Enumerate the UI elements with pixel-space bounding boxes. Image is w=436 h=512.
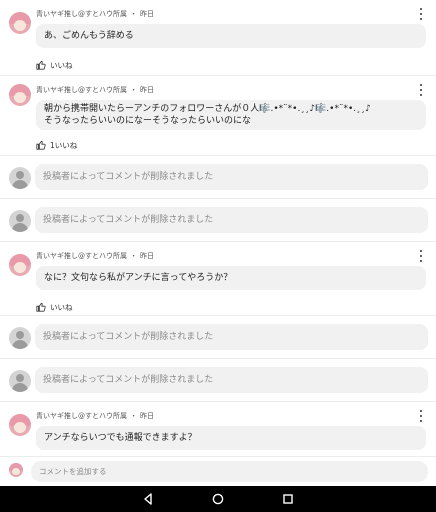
comment-meta: 青いヤギ推し@すとハウ所属・昨日	[36, 412, 154, 420]
deleted-comment-item: 投稿者によってコメントが削除されました	[0, 199, 436, 242]
comment-time: 昨日	[140, 86, 154, 94]
thumbs-up-icon	[36, 140, 46, 150]
deleted-comment-item: 投稿者によってコメントが削除されました	[0, 156, 436, 199]
author-avatar[interactable]	[9, 254, 31, 276]
comment-time: 昨日	[140, 252, 154, 260]
like-label: いいね	[50, 60, 73, 70]
author-avatar[interactable]	[9, 12, 31, 34]
comment-text: なに？文句なら私がアンチに言ってやろうか？	[36, 266, 426, 290]
comment-time: 昨日	[140, 10, 154, 18]
default-avatar-icon	[9, 327, 31, 349]
comment-text-line: そうなったらいいのになーそうなったらいいのにな	[44, 116, 252, 126]
comment-item: 青いヤギ推し@すとハウ所属・昨日 アンチならいつでも通報できますよ？	[0, 402, 436, 456]
recents-icon[interactable]	[279, 490, 297, 508]
comment-item: 青いヤギ推し@すとハウ所属・昨日 なに？文句なら私がアンチに言ってやろうか？ い…	[0, 242, 436, 316]
author-name[interactable]: 青いヤギ推し@すとハウ所属	[36, 10, 127, 18]
deleted-comment-text: 投稿者によってコメントが削除されました	[35, 164, 428, 190]
comment-composer: コメントを追加する	[0, 456, 436, 486]
home-icon[interactable]	[209, 490, 227, 508]
more-options-icon[interactable]	[418, 8, 424, 20]
like-button[interactable]: いいね	[36, 58, 426, 72]
deleted-comment-text: 投稿者によってコメントが削除されました	[35, 207, 428, 233]
deleted-comment-text: 投稿者によってコメントが削除されました	[35, 367, 428, 393]
like-button[interactable]: 1いいね	[36, 138, 426, 152]
author-name[interactable]: 青いヤギ推し@すとハウ所属	[36, 252, 127, 260]
deleted-comment-text: 投稿者によってコメントが削除されました	[35, 324, 428, 350]
like-label: いいね	[50, 302, 73, 312]
deleted-comment-item: 投稿者によってコメントが削除されました	[0, 316, 436, 359]
author-avatar[interactable]	[9, 84, 31, 106]
more-options-icon[interactable]	[418, 84, 424, 96]
comment-item: 青いヤギ推し@すとハウ所属・昨日 あ、ごめんもう辞める いいね	[0, 0, 436, 76]
author-name[interactable]: 青いヤギ推し@すとハウ所属	[36, 86, 127, 94]
thumbs-up-icon	[36, 302, 46, 312]
comment-meta: 青いヤギ推し@すとハウ所属・昨日	[36, 252, 154, 260]
comment-item: 青いヤギ推し@すとハウ所属・昨日 朝から携帯開いたらーアンチのフォロワーさんが０…	[0, 76, 436, 156]
default-avatar-icon	[9, 210, 31, 232]
comment-text: 朝から携帯開いたらーアンチのフォロワーさんが０人🎼.•*¨*•.¸¸♪🎼.•*¨…	[36, 100, 426, 130]
comment-feed[interactable]: 青いヤギ推し@すとハウ所属・昨日 あ、ごめんもう辞める いいね 青いヤギ推し@す…	[0, 0, 436, 456]
comment-text-line: 朝から携帯開いたらーアンチのフォロワーさんが０人🎼.•*¨*•.¸¸♪🎼.•*¨…	[44, 104, 371, 114]
default-avatar-icon	[9, 370, 31, 392]
more-options-icon[interactable]	[418, 250, 424, 262]
comment-meta: 青いヤギ推し@すとハウ所属・昨日	[36, 10, 154, 18]
comment-meta: 青いヤギ推し@すとハウ所属・昨日	[36, 86, 154, 94]
more-options-icon[interactable]	[418, 410, 424, 422]
default-avatar-icon	[9, 167, 31, 189]
comment-text: あ、ごめんもう辞める	[36, 24, 426, 48]
comment-text: アンチならいつでも通報できますよ？	[36, 426, 426, 450]
author-name[interactable]: 青いヤギ推し@すとハウ所属	[36, 412, 127, 420]
like-label: 1いいね	[50, 140, 78, 150]
like-button[interactable]: いいね	[36, 300, 426, 314]
thumbs-up-icon	[36, 60, 46, 70]
back-icon[interactable]	[139, 490, 157, 508]
author-avatar[interactable]	[9, 414, 31, 436]
add-comment-input[interactable]: コメントを追加する	[31, 461, 428, 482]
deleted-comment-item: 投稿者によってコメントが削除されました	[0, 359, 436, 402]
user-avatar	[9, 463, 23, 477]
comment-time: 昨日	[140, 412, 154, 420]
android-navigation-bar	[0, 486, 436, 512]
